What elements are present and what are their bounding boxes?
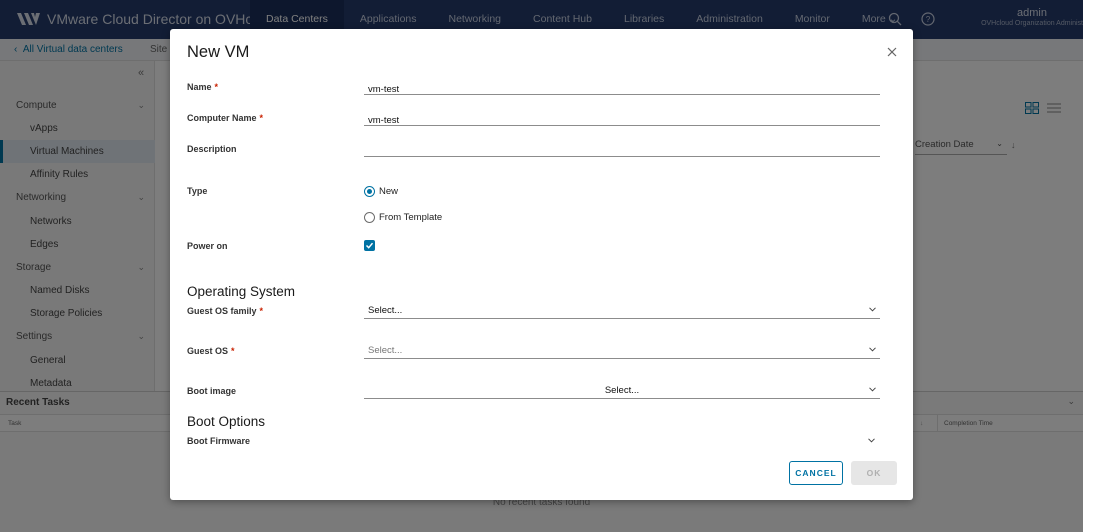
computer-name-field[interactable]: [364, 110, 880, 128]
guest-os-family-value: Select...: [368, 305, 403, 316]
description-input[interactable]: [364, 144, 880, 159]
type-option-new[interactable]: New: [364, 185, 398, 197]
required-marker: *: [214, 82, 219, 92]
guest-os-family-select[interactable]: Select...: [364, 303, 880, 319]
guest-os-family-label-text: Guest OS family: [187, 306, 257, 316]
radio-from-template[interactable]: [364, 211, 375, 223]
radio-new-label[interactable]: New: [379, 186, 398, 197]
type-label: Type: [187, 186, 208, 196]
chevron-down-icon: [869, 307, 876, 312]
boot-image-select[interactable]: Select...: [364, 383, 880, 399]
cancel-button[interactable]: CANCEL: [789, 461, 843, 485]
computer-name-label-text: Computer Name: [187, 113, 257, 123]
chevron-down-icon[interactable]: [868, 438, 875, 443]
guest-os-label-text: Guest OS: [187, 346, 229, 356]
name-label: Name *: [187, 82, 218, 92]
name-input[interactable]: [364, 82, 880, 97]
dialog-title: New VM: [187, 43, 250, 61]
description-label: Description: [187, 144, 237, 154]
right-margin: [1083, 0, 1120, 532]
chevron-down-icon: [869, 347, 876, 352]
name-label-text: Name: [187, 82, 212, 92]
power-on-label: Power on: [187, 241, 228, 251]
radio-from-template-label[interactable]: From Template: [379, 212, 442, 223]
required-marker: *: [259, 306, 264, 316]
ok-button[interactable]: OK: [851, 461, 897, 485]
required-marker: *: [231, 346, 235, 356]
guest-os-family-label: Guest OS family *: [187, 306, 263, 316]
close-icon[interactable]: [886, 46, 898, 58]
guest-os-label: Guest OS *: [187, 346, 235, 356]
description-field[interactable]: [364, 141, 880, 159]
guest-os-select[interactable]: Select...: [364, 343, 880, 359]
boot-image-value: Select...: [604, 385, 640, 396]
radio-new[interactable]: [364, 185, 375, 197]
operating-system-heading: Operating System: [187, 284, 296, 299]
checkmark-icon: [365, 242, 374, 249]
required-marker: *: [259, 113, 264, 123]
boot-image-label: Boot image: [187, 386, 237, 396]
guest-os-value: Select...: [368, 345, 403, 356]
boot-firmware-label: Boot Firmware: [187, 436, 251, 446]
power-on-checkbox[interactable]: [364, 240, 375, 251]
type-option-from-template[interactable]: From Template: [364, 211, 442, 223]
name-field[interactable]: [364, 79, 880, 97]
computer-name-label: Computer Name *: [187, 113, 263, 123]
boot-options-heading: Boot Options: [187, 414, 266, 429]
computer-name-input[interactable]: [364, 113, 880, 128]
chevron-down-icon: [869, 387, 876, 392]
new-vm-dialog: New VM Name* Computer Name* Description …: [170, 29, 913, 500]
